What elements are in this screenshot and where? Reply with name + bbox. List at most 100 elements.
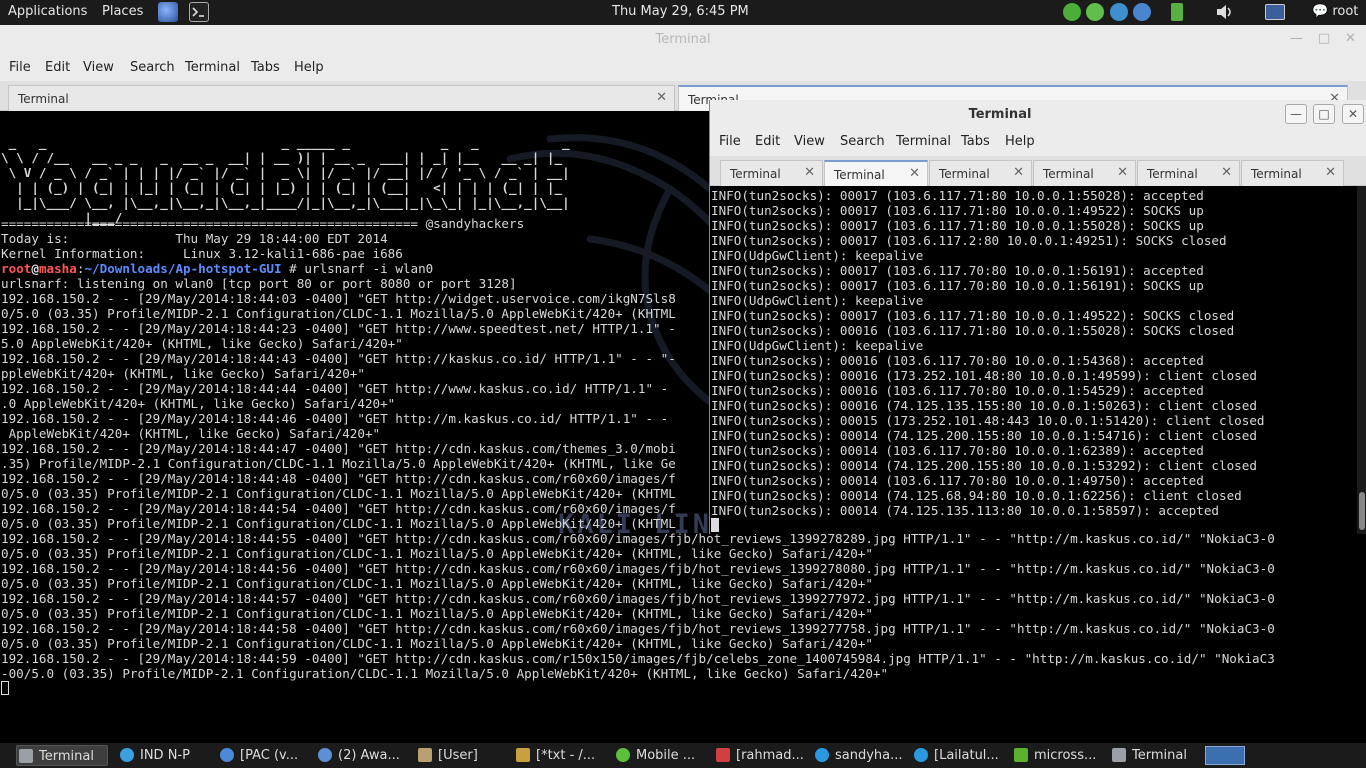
log-line: INFO(tun2socks): 00015 (173.252.101.48:4… — [711, 413, 1265, 428]
output-line: 192.168.150.2 - - [29/May/2014:18:44:56 … — [1, 561, 1275, 576]
task-label: [User] — [438, 748, 478, 763]
menu-tabs[interactable]: Tabs — [251, 60, 280, 75]
menu-view[interactable]: View — [794, 134, 825, 149]
maximize-icon[interactable]: □ — [1318, 31, 1330, 46]
network-icon[interactable] — [1265, 4, 1285, 20]
close-icon[interactable]: ✕ — [804, 165, 815, 180]
output-line: 192.168.150.2 - - [29/May/2014:18:44:59 … — [1, 651, 1275, 666]
clock[interactable]: Thu May 29, 6:45 PM — [612, 4, 749, 19]
chromium-tray-icon[interactable] — [1133, 3, 1151, 21]
workspace-switcher[interactable] — [1205, 746, 1245, 765]
close-icon[interactable]: ✕ — [1325, 165, 1336, 180]
task-pac[interactable]: [PAC (v... — [218, 745, 310, 766]
menu-help[interactable]: Help — [1005, 134, 1035, 149]
menu-search[interactable]: Search — [840, 134, 885, 149]
task-text-editor[interactable]: [*txt - /... — [514, 745, 606, 766]
menu-terminal[interactable]: Terminal — [185, 60, 240, 75]
skype-icon — [914, 748, 928, 762]
applications-menu[interactable]: Applications — [8, 4, 87, 19]
task-label: [rahmad... — [736, 748, 804, 763]
front-terminal-window[interactable]: Terminal — □ ✕ File Edit View Search Ter… — [709, 100, 1366, 534]
tab-terminal-4[interactable]: Terminal ✕ — [1033, 160, 1136, 186]
close-icon[interactable]: ✕ — [1342, 104, 1364, 124]
log-line: INFO(UdpGwClient): keepalive — [711, 248, 924, 263]
front-window-titlebar[interactable]: Terminal — □ ✕ — [710, 100, 1366, 129]
terminal-icon — [1112, 748, 1126, 762]
task-skype-lailatul[interactable]: [Lailatul... — [912, 745, 1004, 766]
tab-terminal-1[interactable]: Terminal ✕ — [8, 85, 675, 111]
skype-tray-icon[interactable] — [1110, 3, 1128, 21]
menu-edit[interactable]: Edit — [45, 60, 70, 75]
task-mobile[interactable]: Mobile ... — [614, 745, 706, 766]
document-icon — [1014, 748, 1028, 762]
close-icon[interactable]: ✕ — [1221, 165, 1232, 180]
task-vim[interactable]: [rahmad... — [714, 745, 806, 766]
tab-label: Terminal — [834, 168, 885, 182]
task-chromium[interactable]: (2) Awa... — [316, 745, 408, 766]
menu-search[interactable]: Search — [130, 60, 175, 75]
close-icon[interactable]: ✕ — [1345, 31, 1356, 46]
output-line: AppleWebKit/420+ (KHTML, like Gecko) Saf… — [1, 426, 381, 441]
front-terminal-output[interactable]: INFO(tun2socks): 00017 (103.6.117.71:80 … — [710, 186, 1356, 534]
front-window-menubar: File Edit View Search Terminal Tabs Help — [710, 129, 1366, 156]
menu-terminal[interactable]: Terminal — [896, 134, 951, 149]
user-menu[interactable]: 💬 root — [1312, 4, 1358, 19]
battery-icon[interactable] — [1171, 3, 1183, 21]
tab-terminal-5[interactable]: Terminal ✕ — [1137, 160, 1240, 186]
menu-tabs[interactable]: Tabs — [961, 134, 990, 149]
menu-view[interactable]: View — [83, 60, 114, 75]
close-icon[interactable]: ✕ — [909, 166, 920, 181]
tab-terminal-2[interactable]: Terminal ✕ — [824, 160, 928, 186]
close-icon[interactable]: ✕ — [656, 90, 667, 105]
terminal-launcher-icon[interactable] — [189, 2, 209, 22]
top-panel: Applications Places Thu May 29, 6:45 PM … — [0, 0, 1366, 25]
output-line: .0 AppleWebKit/420+ (KHTML, like Gecko) … — [1, 396, 396, 411]
log-line: INFO(tun2socks): 00017 (103.6.117.71:80 … — [711, 203, 1204, 218]
log-line: INFO(tun2socks): 00017 (103.6.117.70:80 … — [711, 263, 1204, 278]
front-window-tabbar: Terminal ✕ Terminal ✕ Terminal ✕ Termina… — [710, 156, 1366, 186]
volume-icon[interactable] — [1215, 3, 1233, 21]
output-line: 0/5.0 (03.35) Profile/MIDP-2.1 Configura… — [1, 516, 676, 531]
messenger-tray-icon[interactable] — [1086, 3, 1104, 21]
log-line: INFO(tun2socks): 00016 (103.6.117.70:80 … — [711, 353, 1204, 368]
info-line-kernel: Kernel Information: Linux 3.12-kali1-686… — [1, 246, 403, 261]
task-label: [*txt - /... — [536, 748, 596, 763]
scrollbar[interactable] — [1357, 186, 1366, 534]
task-label: [PAC (v... — [240, 748, 299, 763]
close-icon[interactable]: ✕ — [1013, 165, 1024, 180]
task-folder-user[interactable]: [User] — [416, 745, 508, 766]
tab-terminal-1[interactable]: Terminal ✕ — [720, 160, 823, 186]
output-line: 0/5.0 (03.35) Profile/MIDP-2.1 Configura… — [1, 486, 676, 501]
task-ind-np[interactable]: IND N-P — [118, 745, 210, 766]
minimize-icon[interactable]: — — [1285, 104, 1307, 124]
minimize-icon[interactable]: — — [1290, 31, 1303, 46]
menu-file[interactable]: File — [9, 60, 31, 75]
task-document[interactable]: micross... — [1012, 745, 1104, 766]
output-line: 0/5.0 (03.35) Profile/MIDP-2.1 Configura… — [1, 636, 873, 651]
tab-label: Terminal — [1251, 167, 1302, 181]
task-terminal-2[interactable]: Terminal — [1110, 745, 1202, 766]
log-line: INFO(tun2socks): 00017 (103.6.117.2:80 1… — [711, 233, 1227, 248]
output-line: 0/5.0 (03.35) Profile/MIDP-2.1 Configura… — [1, 576, 873, 591]
maximize-icon[interactable]: □ — [1313, 104, 1335, 124]
task-terminal[interactable]: Terminal — [16, 745, 108, 766]
output-line: 192.168.150.2 - - [29/May/2014:18:44:03 … — [1, 291, 676, 306]
menu-edit[interactable]: Edit — [755, 134, 780, 149]
scrollbar-thumb[interactable] — [1359, 492, 1365, 530]
back-window-title: Terminal — [655, 32, 711, 47]
back-window-titlebar[interactable]: Terminal — □ ✕ — [0, 25, 1366, 55]
tab-label: Terminal — [939, 167, 990, 181]
log-line: INFO(UdpGwClient): keepalive — [711, 293, 924, 308]
output-line: 192.168.150.2 - - [29/May/2014:18:44:58 … — [1, 621, 1275, 636]
close-icon[interactable]: ✕ — [1117, 165, 1128, 180]
log-line: INFO(tun2socks): 00014 (74.125.135.113:8… — [711, 503, 1219, 518]
browser-launcher-icon[interactable] — [158, 2, 178, 22]
tab-terminal-3[interactable]: Terminal ✕ — [929, 160, 1032, 186]
tab-terminal-6[interactable]: Terminal ✕ — [1241, 160, 1344, 186]
task-skype-sandy[interactable]: sandyha... — [813, 745, 905, 766]
front-window-title: Terminal — [968, 107, 1032, 122]
places-menu[interactable]: Places — [102, 4, 143, 19]
menu-file[interactable]: File — [719, 134, 741, 149]
chat-tray-icon[interactable] — [1063, 3, 1081, 21]
menu-help[interactable]: Help — [294, 60, 324, 75]
